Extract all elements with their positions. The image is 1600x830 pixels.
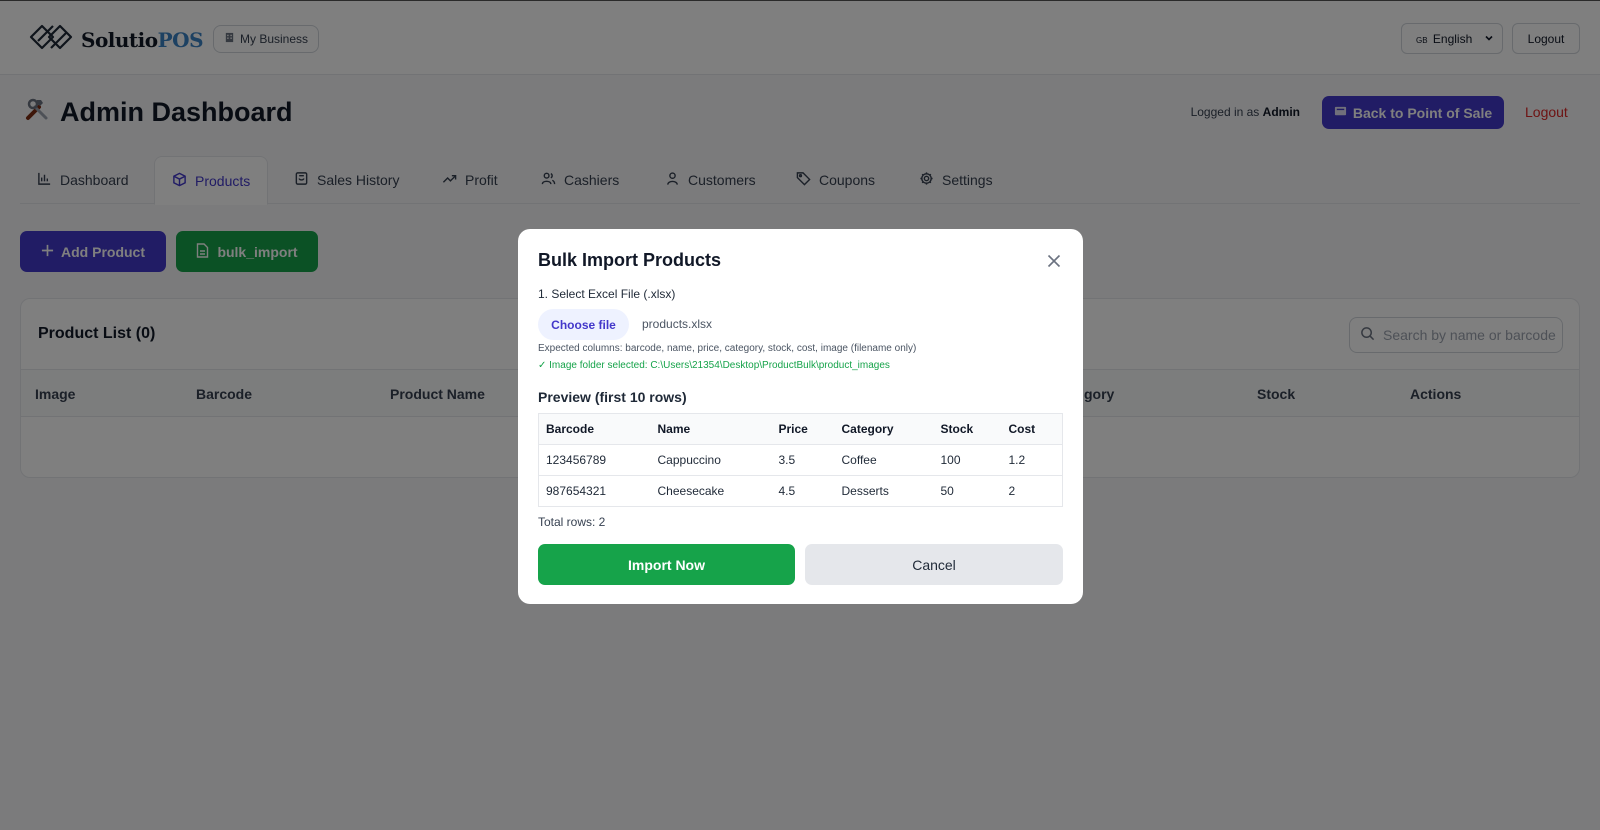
cell-name: Cheesecake [650,475,772,507]
cell-price: 4.5 [771,475,835,507]
choose-file-button[interactable]: Choose file [538,309,629,340]
cell-cost: 1.2 [1001,444,1063,476]
table-row: 123456789 Cappuccino 3.5 Coffee 100 1.2 [538,444,1063,476]
image-folder-status: ✓ Image folder selected: C:\Users\21354\… [538,360,890,371]
selected-file-name: products.xlsx [642,317,713,331]
cell-barcode: 123456789 [538,444,651,476]
cell-category: Coffee [834,444,934,476]
import-now-button[interactable]: Import Now [538,544,795,585]
preview-col-name: Name [650,413,772,445]
cell-stock: 100 [933,444,1002,476]
preview-col-stock: Stock [933,413,1002,445]
cell-name: Cappuccino [650,444,772,476]
expected-columns-hint: Expected columns: barcode, name, price, … [538,343,917,354]
total-rows-text: Total rows: 2 [538,515,606,529]
preview-header-row: Barcode Name Price Category Stock Cost [538,413,1063,445]
cell-barcode: 987654321 [538,475,651,507]
cell-cost: 2 [1001,475,1063,507]
modal-title: Bulk Import Products [538,250,722,270]
cell-category: Desserts [834,475,934,507]
cell-price: 3.5 [771,444,835,476]
preview-col-price: Price [771,413,835,445]
cell-stock: 50 [933,475,1002,507]
table-row: 987654321 Cheesecake 4.5 Desserts 50 2 [538,475,1063,507]
cancel-button[interactable]: Cancel [805,544,1063,585]
preview-title: Preview (first 10 rows) [538,389,687,405]
bulk-import-modal: Bulk Import Products 1. Select Excel Fil… [518,229,1083,604]
select-file-label: 1. Select Excel File (.xlsx) [538,287,676,301]
preview-col-category: Category [834,413,934,445]
close-icon[interactable] [1044,251,1064,271]
preview-col-cost: Cost [1001,413,1063,445]
preview-table: Barcode Name Price Category Stock Cost 1… [538,413,1063,507]
preview-col-barcode: Barcode [538,413,651,445]
